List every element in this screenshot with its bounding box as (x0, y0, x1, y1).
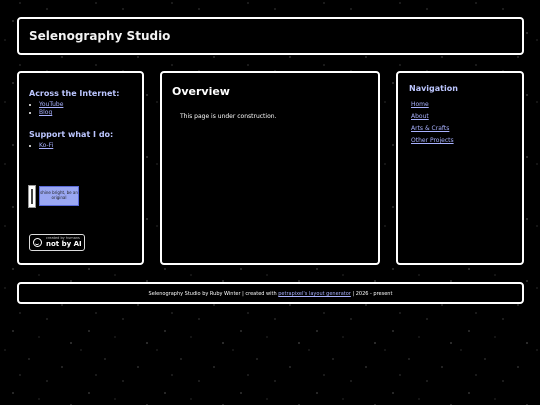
not-by-ai-badge[interactable]: created by humans not by AI (29, 234, 85, 251)
right-sidebar: Navigation Home About Arts & Crafts Othe… (396, 71, 524, 265)
support-links-list: Ko-Fi (29, 142, 139, 150)
nav-item: Arts & Crafts (411, 123, 519, 135)
nav-home-link[interactable]: Home (411, 101, 429, 108)
list-item: Blog (39, 109, 139, 117)
footer-text: Selenography Studio by Ruby Winter | cre… (19, 291, 522, 297)
footer-panel: Selenography Studio by Ruby Winter | cre… (17, 282, 524, 304)
nav-about-link[interactable]: About (411, 113, 429, 120)
nav-item: Other Projects (411, 135, 519, 147)
left-sidebar: Across the Internet: YouTube Blog Suppor… (17, 71, 144, 265)
smiley-face-icon (33, 238, 42, 247)
badge-label: not by AI (46, 240, 82, 248)
internet-links-list: YouTube Blog (29, 101, 139, 117)
list-item: YouTube (39, 101, 139, 109)
youtube-link[interactable]: YouTube (39, 101, 63, 108)
navigation-list: Home About Arts & Crafts Other Projects (409, 99, 519, 147)
footer-suffix: | 2026 - present (350, 291, 393, 297)
main-content: Overview This page is under construction… (160, 71, 380, 265)
page-title: Overview (172, 85, 230, 98)
support-heading: Support what I do: (29, 130, 114, 139)
internet-heading: Across the Internet: (29, 89, 120, 98)
site-title: Selenography Studio (29, 29, 171, 43)
footer-prefix: Selenography Studio by Ruby Winter | cre… (148, 291, 279, 297)
small-button-badge[interactable] (28, 185, 36, 208)
header-panel: Selenography Studio (17, 17, 524, 55)
kofi-link[interactable]: Ko-Fi (39, 142, 53, 149)
layout-generator-link[interactable]: petrapixel's layout generator (278, 291, 351, 297)
nav-other-projects-link[interactable]: Other Projects (411, 137, 454, 144)
button-badges: shine bright, be an original (28, 185, 83, 208)
page-body-text: This page is under construction. (180, 113, 277, 120)
nav-arts-crafts-link[interactable]: Arts & Crafts (411, 125, 449, 132)
nav-item: Home (411, 99, 519, 111)
navigation-heading: Navigation (409, 84, 458, 93)
nav-item: About (411, 111, 519, 123)
blinkie-badge[interactable]: shine bright, be an original (39, 186, 79, 206)
list-item: Ko-Fi (39, 142, 139, 150)
blog-link[interactable]: Blog (39, 109, 52, 116)
